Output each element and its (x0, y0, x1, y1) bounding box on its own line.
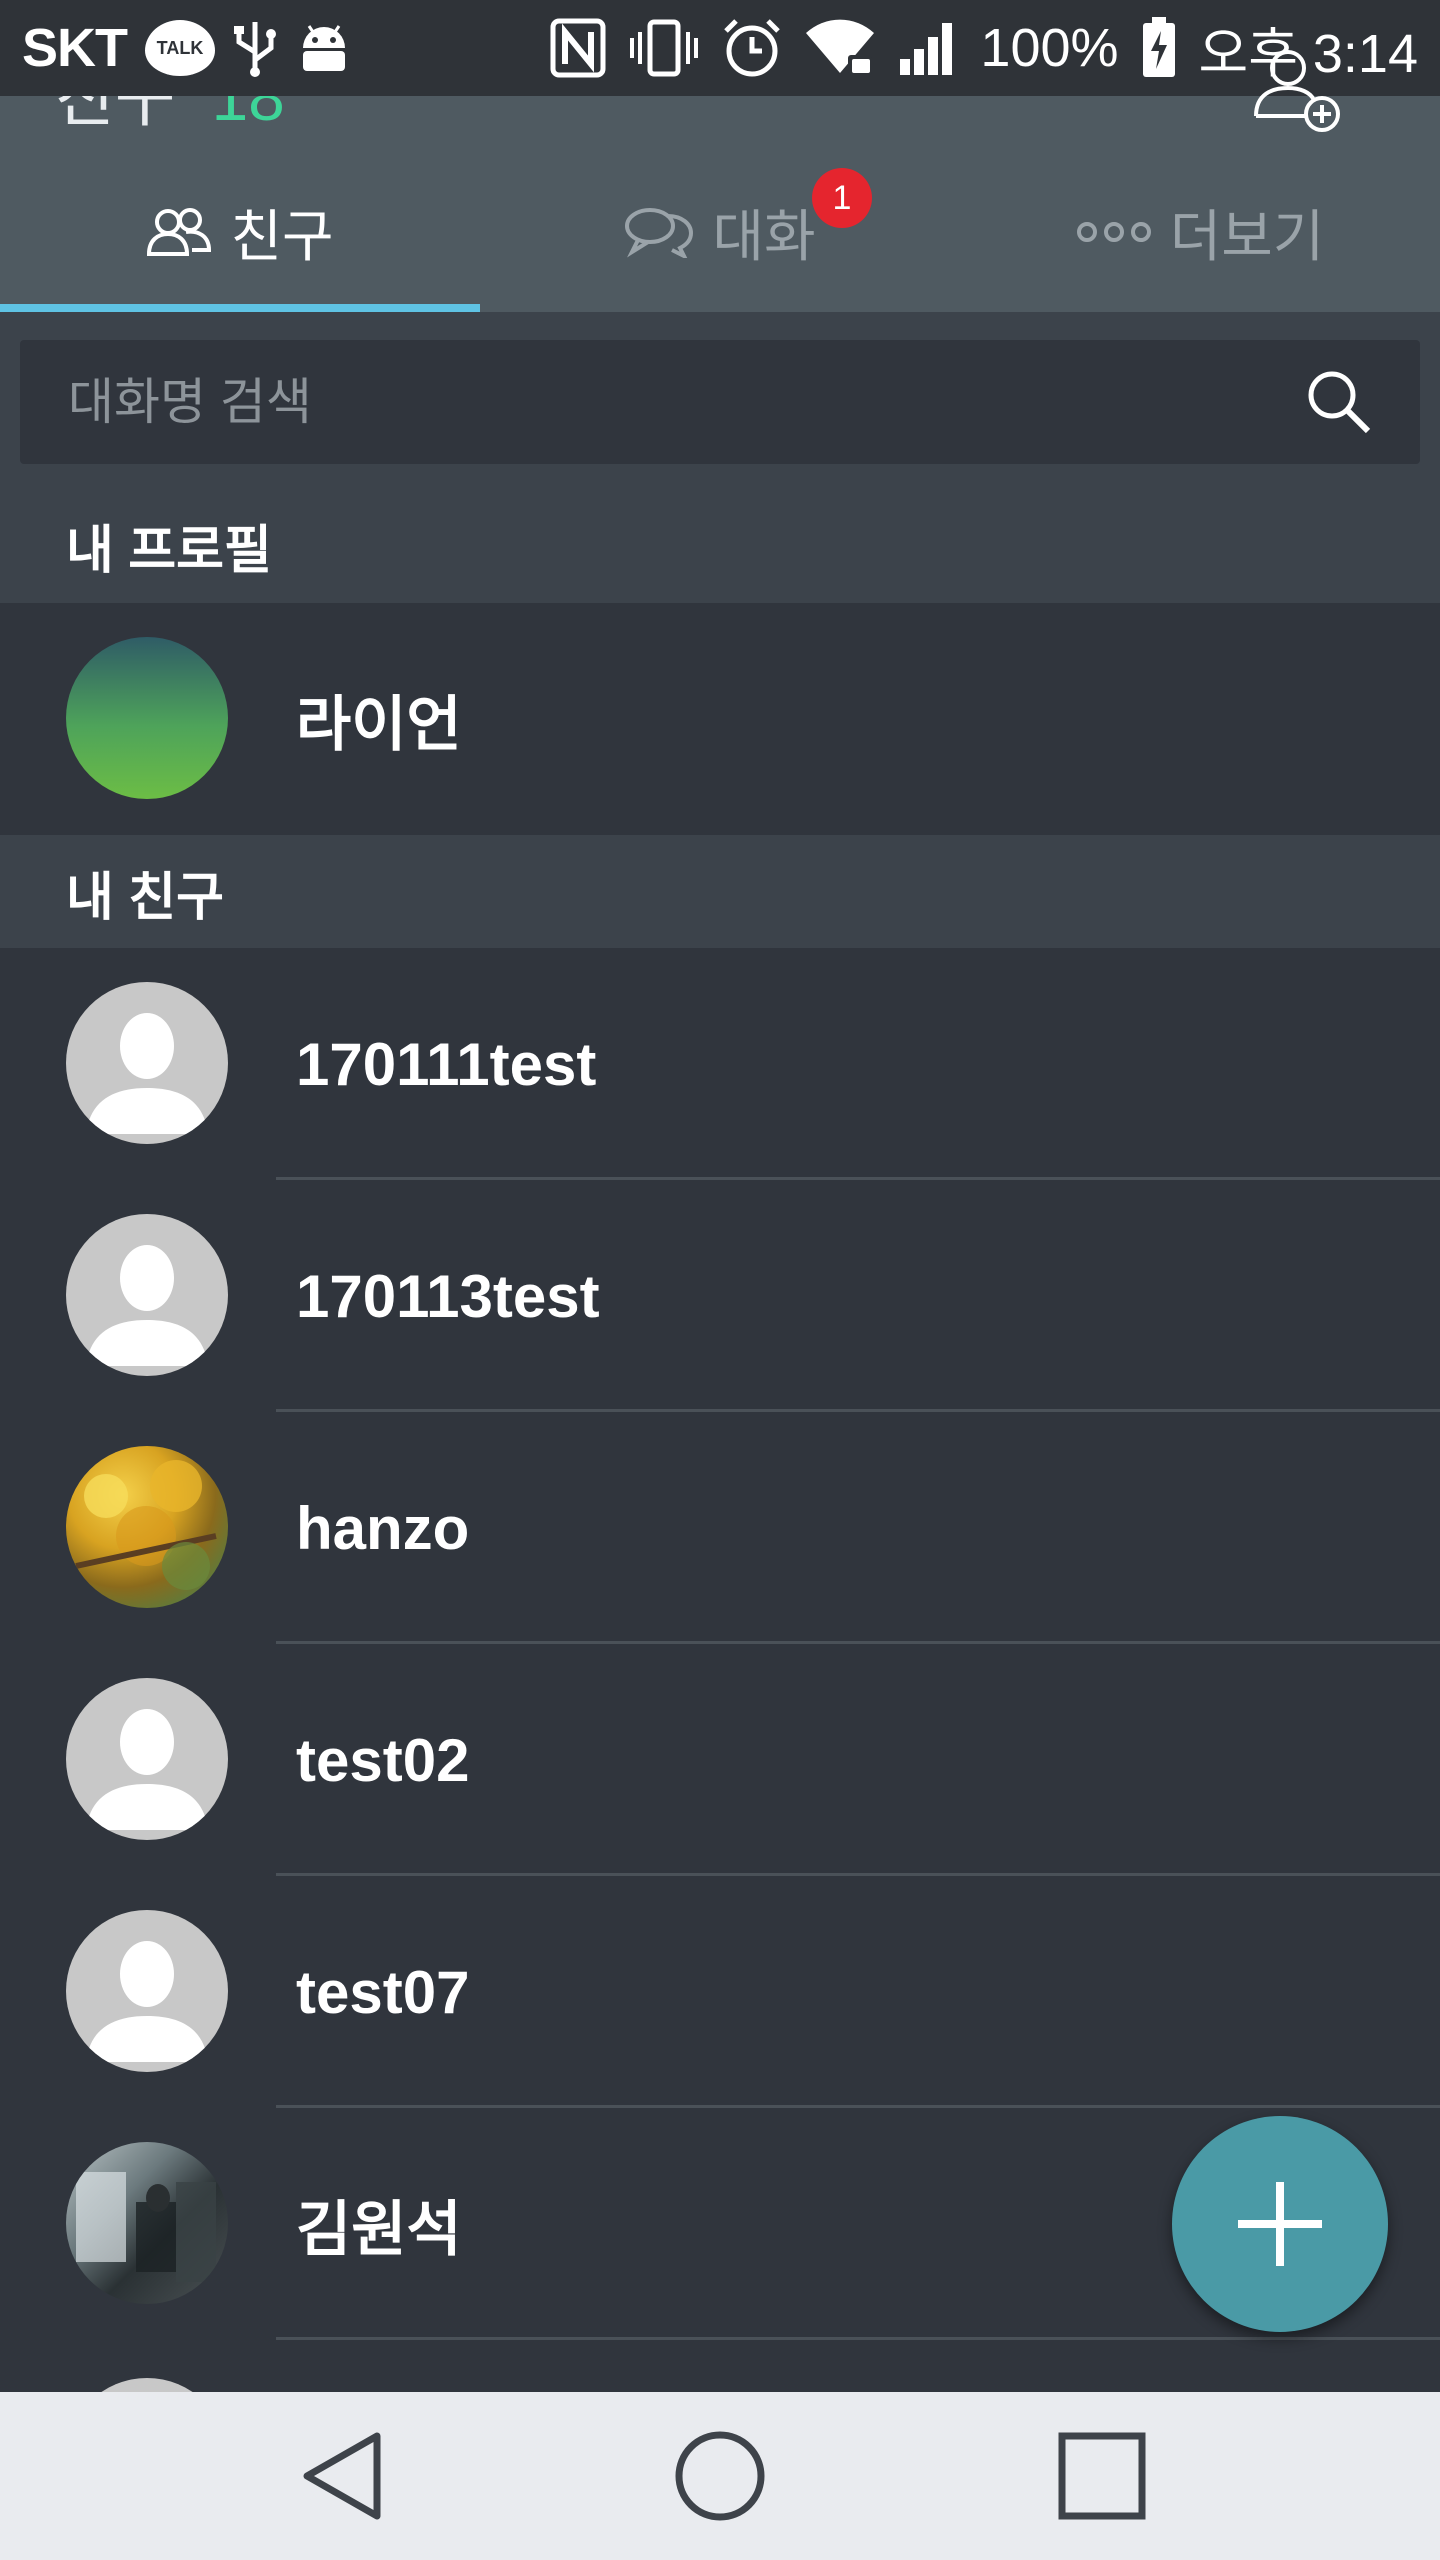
tab-bar: 친구 대화 더보기 (0, 152, 1440, 312)
alarm-icon (722, 17, 782, 79)
my-profile-row[interactable]: 라이언 (0, 603, 1440, 835)
photo-avatar (66, 1446, 228, 1608)
list-item[interactable]: 170111test (0, 948, 1440, 1180)
chat-bubbles-icon (625, 208, 694, 258)
tab-more-label: 더보기 (1169, 204, 1325, 268)
my-profile-name: 라이언 (296, 690, 462, 758)
section-title: 내 친구 (66, 869, 224, 927)
back-triangle-icon (303, 2432, 381, 2520)
friends-screen: 친구 18 SKT TALK 100% 오후 3:14 친구 대화 더보기 1 … (0, 0, 1440, 2560)
carrier-label: SKT (22, 18, 128, 78)
search-icon[interactable] (1304, 367, 1374, 437)
system-navigation-bar (0, 2392, 1440, 2560)
section-header-my-friends: 내 친구 (0, 835, 1440, 950)
home-circle-icon (675, 2431, 765, 2521)
status-bar: SKT TALK 100% 오후 3:14 (0, 0, 1440, 96)
tab-more[interactable]: 더보기 (960, 152, 1440, 312)
list-item[interactable]: test07 (0, 1876, 1440, 2108)
tab-chats-label: 대화 (712, 204, 816, 268)
recents-button[interactable] (1052, 2426, 1152, 2526)
avatar (66, 637, 228, 799)
tab-friends[interactable]: 친구 (0, 152, 480, 312)
list-item[interactable] (0, 2340, 1440, 2540)
list-item[interactable]: 170113test (0, 1180, 1440, 1412)
add-friend-button[interactable] (1248, 44, 1348, 144)
new-chat-fab[interactable] (1172, 2116, 1388, 2332)
search-bar (0, 312, 1440, 488)
people-icon (147, 208, 212, 256)
more-dots-icon (1076, 222, 1151, 242)
wifi-icon (804, 19, 876, 77)
section-header-my-profile: 내 프로필 (0, 488, 1440, 603)
list-item[interactable]: test02 (0, 1644, 1440, 1876)
recents-square-icon (1058, 2432, 1146, 2520)
android-debug-icon (295, 20, 353, 76)
list-item[interactable]: hanzo (0, 1412, 1440, 1644)
signal-icon (898, 19, 958, 77)
friend-name: 170111test (296, 1030, 597, 1098)
friend-name: hanzo (296, 1494, 470, 1562)
friend-name: test07 (296, 1958, 470, 2026)
add-friend-icon (1254, 50, 1340, 132)
vibrate-icon (628, 18, 700, 78)
battery-charging-icon (1141, 17, 1177, 79)
default-avatar-icon (66, 1214, 228, 1376)
default-avatar-icon (66, 1678, 228, 1840)
friend-name: 170113test (296, 1262, 600, 1330)
usb-icon (233, 18, 277, 78)
default-avatar-icon (66, 982, 228, 1144)
photo-avatar (66, 2142, 228, 2304)
tab-chats[interactable]: 대화 (480, 152, 960, 312)
battery-percent: 100% (980, 18, 1119, 78)
kakaotalk-notification-icon: TALK (145, 20, 215, 76)
plus-icon (1238, 2182, 1322, 2266)
tab-friends-label: 친구 (230, 204, 334, 268)
nfc-icon (550, 18, 606, 78)
search-input[interactable] (66, 372, 1304, 432)
default-avatar-icon (66, 1910, 228, 2072)
section-title: 내 프로필 (66, 522, 272, 580)
home-button[interactable] (670, 2426, 770, 2526)
unread-badge: 1 (812, 168, 872, 228)
back-button[interactable] (292, 2426, 392, 2526)
search-box (20, 340, 1420, 464)
friend-name: test02 (296, 1726, 470, 1794)
friend-name: 김원석 (296, 2195, 462, 2263)
